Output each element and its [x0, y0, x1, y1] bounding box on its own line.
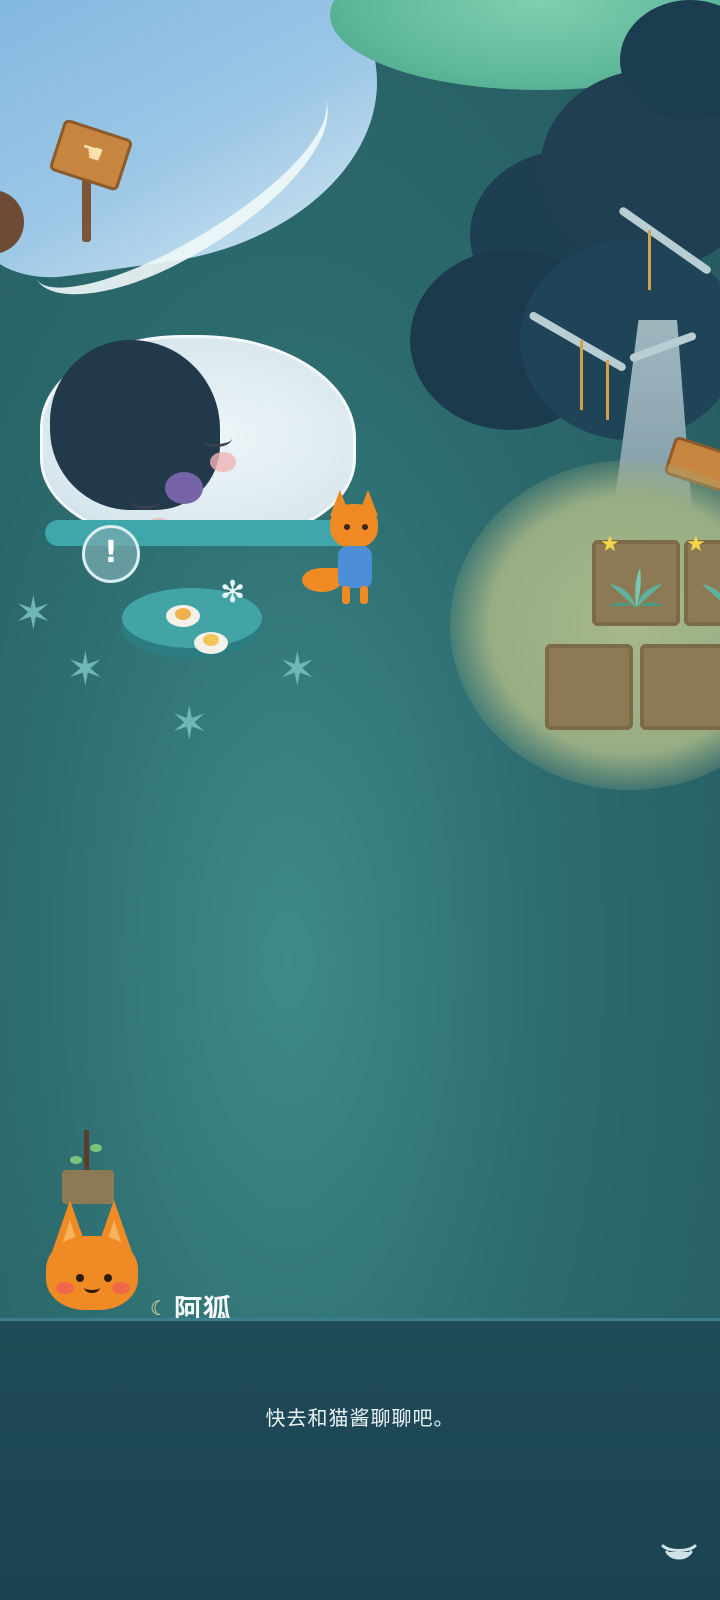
portrait-sprout-box	[62, 1170, 114, 1204]
tree-vine	[606, 360, 609, 420]
tree-vine	[648, 230, 651, 290]
fox-leg	[360, 586, 368, 604]
ghost-mouth	[165, 472, 203, 504]
fox-overalls	[338, 546, 372, 588]
ghost-closed-eye	[130, 492, 162, 509]
farm-plot[interactable]: ★	[592, 534, 680, 626]
portrait-cheek	[56, 1282, 74, 1294]
alert-bubble-exclamation-icon[interactable]: !	[82, 525, 140, 583]
flower-icon: ✻	[220, 575, 246, 610]
farm-plot[interactable]: ★	[684, 534, 720, 626]
dialog-text: 快去和猫酱聊聊吧。	[265, 1406, 455, 1430]
star-icon: ★	[600, 532, 620, 557]
food-item	[203, 634, 219, 646]
fox-character[interactable]	[302, 490, 392, 620]
portrait-eye	[76, 1274, 84, 1282]
game-scene[interactable]: ☚ ★ ★ ! ✻ ✶ ✶ ✶ ✶ ☾ 阿狐 快去和猫酱聊聊吧。	[0, 0, 720, 1600]
crescent-moon-icon: ☾	[150, 1296, 168, 1320]
chevron-down-icon[interactable]	[660, 1540, 698, 1564]
food-item	[175, 608, 191, 620]
fox-eye	[344, 524, 350, 530]
farm-plot[interactable]	[545, 644, 633, 730]
tree-vine	[580, 340, 583, 410]
farm-meadow	[450, 460, 720, 790]
star-icon: ★	[686, 532, 706, 557]
ghost-blush	[210, 452, 236, 472]
sprout-icon	[702, 584, 720, 601]
dialog-box[interactable]	[0, 1318, 720, 1600]
portrait-cheek	[112, 1282, 130, 1294]
star-flower-icon: ✶	[14, 586, 53, 640]
star-flower-icon: ✶	[278, 642, 317, 696]
fox-eye	[362, 524, 368, 530]
ghost-closed-eye	[200, 430, 232, 447]
portrait-head	[46, 1236, 138, 1310]
sprout-icon	[608, 568, 664, 608]
sprout-leaf	[90, 1144, 102, 1152]
fox-leg	[342, 586, 350, 604]
star-flower-icon: ✶	[170, 696, 209, 750]
fox-tail	[302, 568, 342, 592]
farm-plot[interactable]	[640, 644, 720, 730]
star-flower-icon: ✶	[66, 642, 105, 696]
portrait-eye	[104, 1274, 112, 1282]
sprout-leaf	[70, 1156, 82, 1164]
fox-head	[330, 504, 378, 548]
portrait-mouth	[84, 1282, 100, 1293]
